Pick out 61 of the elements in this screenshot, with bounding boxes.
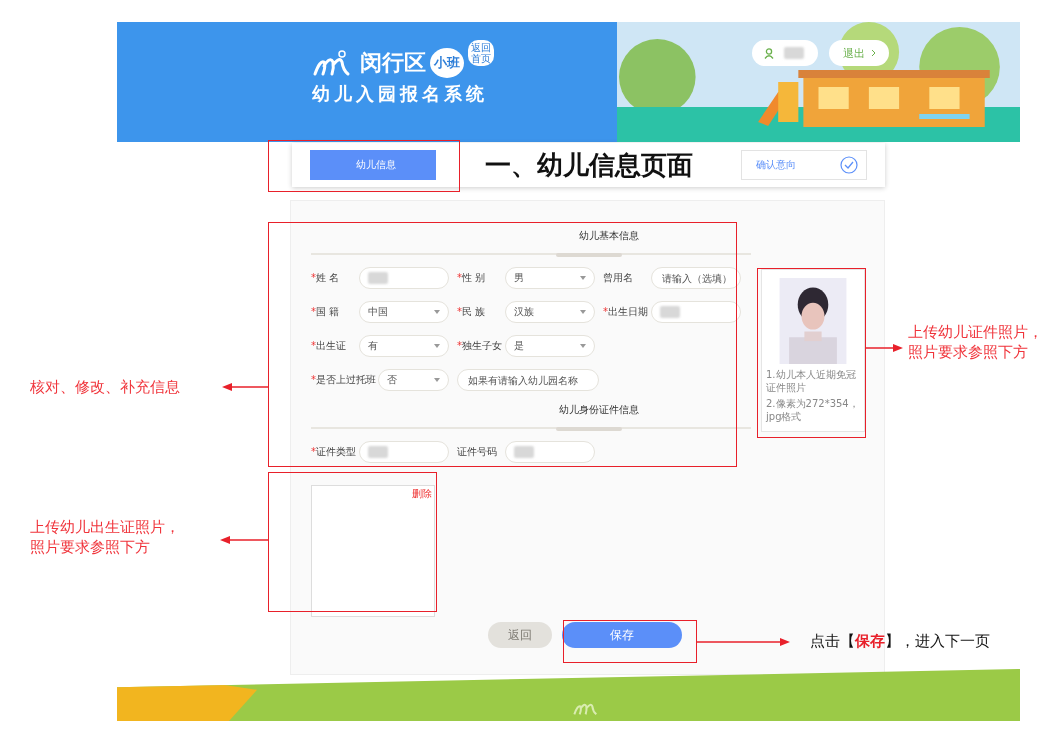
annotation-note: 上传幼儿出生证照片， 照片要求参照下方	[30, 517, 180, 558]
blurred-value	[368, 446, 388, 458]
input-field[interactable]: 请输入（选填）	[651, 267, 741, 289]
field-label: *独生子女	[457, 339, 503, 353]
home-link[interactable]: 返回首页	[468, 40, 494, 66]
select-field[interactable]: 是	[505, 335, 595, 357]
page-heading: 一、幼儿信息页面	[483, 148, 694, 182]
check-circle-icon	[840, 156, 858, 174]
arrow	[220, 536, 268, 544]
step-tab[interactable]: 确认意向	[741, 150, 867, 180]
field-label: *姓 名	[311, 271, 341, 285]
caret-icon	[434, 344, 440, 348]
user-button[interactable]	[752, 40, 818, 66]
input-field[interactable]: 如果有请输入幼儿园名称	[457, 369, 599, 391]
chevron-right-icon	[870, 49, 876, 57]
blurred-username	[784, 47, 804, 59]
field-label: 证件号码	[457, 445, 498, 459]
caret-icon	[580, 276, 586, 280]
field-label: *证件类型	[311, 445, 357, 459]
class-badge: 小班	[430, 48, 464, 78]
annotation-note: 核对、修改、补充信息	[30, 377, 180, 398]
select-field[interactable]: 否	[378, 369, 449, 391]
caret-icon	[580, 310, 586, 314]
annotation-note: 点击【保存】，进入下一页	[810, 632, 990, 651]
field-label: *出生日期	[603, 305, 649, 319]
field-label: *国 籍	[311, 305, 341, 319]
logout-button[interactable]: 退出	[829, 40, 889, 66]
birth-certificate-upload[interactable]: 删除	[311, 485, 435, 617]
select-field[interactable]: 中国	[359, 301, 449, 323]
field-label: *是否上过托班	[311, 373, 376, 387]
photo-requirement: 1.幼儿本人近期免冠证件照片	[766, 368, 857, 394]
input-field[interactable]	[359, 267, 449, 289]
input-field[interactable]	[651, 301, 741, 323]
system-subtitle: 幼儿入园报名系统	[312, 82, 489, 106]
blurred-value	[514, 446, 534, 458]
select-field[interactable]: 有	[359, 335, 449, 357]
field-label: *性 别	[457, 271, 487, 285]
caret-icon	[434, 310, 440, 314]
blurred-value	[660, 306, 680, 318]
photo-requirement: 2.像素为272*354，jpg格式	[766, 397, 860, 423]
step-tab[interactable]: 幼儿信息	[310, 150, 436, 180]
field-label: 曾用名	[603, 271, 634, 285]
logo-title: 闵行区	[360, 49, 426, 77]
caret-icon	[580, 344, 586, 348]
blurred-value	[368, 272, 388, 284]
save-button[interactable]: 保存	[562, 622, 682, 648]
user-icon	[764, 47, 774, 59]
field-label: *民 族	[457, 305, 487, 319]
select-field[interactable]: 男	[505, 267, 595, 289]
field-label: *出生证	[311, 339, 347, 353]
section-title: 幼儿身份证件信息	[558, 403, 640, 417]
input-field[interactable]	[505, 441, 595, 463]
select-field[interactable]: 汉族	[505, 301, 595, 323]
input-field[interactable]	[359, 441, 449, 463]
delete-link[interactable]: 删除	[412, 487, 432, 501]
annotation-note: 上传幼儿证件照片， 照片要求参照下方	[908, 322, 1043, 363]
arrow	[866, 344, 903, 352]
photo-upload[interactable]: 1.幼儿本人近期免冠证件照片 2.像素为272*354，jpg格式	[761, 269, 865, 432]
caret-icon	[434, 378, 440, 382]
section-title: 幼儿基本信息	[578, 229, 640, 243]
arrow	[222, 383, 268, 391]
